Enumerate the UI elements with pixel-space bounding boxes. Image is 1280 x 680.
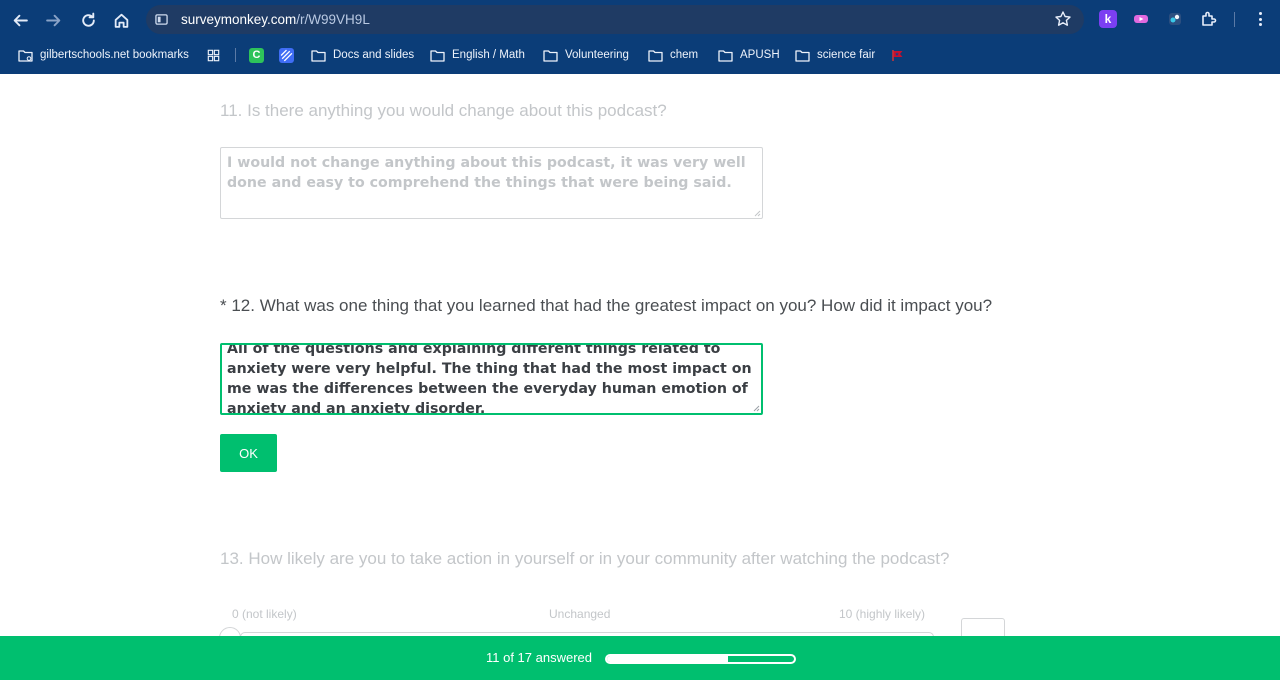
bookmark-gilbertschools[interactable]: gilbertschools.net bookmarks xyxy=(18,46,189,64)
classroom-c-icon: C xyxy=(249,47,264,63)
survey-page: 11. Is there anything you would change a… xyxy=(0,74,1280,636)
bookmark-english-math[interactable]: English / Math xyxy=(430,46,525,64)
url-path: /r/W99VH9L xyxy=(296,12,370,27)
bookmark-app-blue[interactable] xyxy=(279,46,294,64)
home-button[interactable] xyxy=(108,7,134,33)
folder-icon xyxy=(430,49,445,62)
forward-button[interactable] xyxy=(40,7,66,33)
question-12-answer[interactable]: All of the questions and explaining diff… xyxy=(220,343,763,415)
site-info-icon[interactable] xyxy=(154,12,169,27)
reload-button[interactable] xyxy=(75,7,101,33)
folder-icon xyxy=(718,49,733,62)
bookmark-volunteering[interactable]: Volunteering xyxy=(543,46,629,64)
bookmark-docs-and-slides[interactable]: Docs and slides xyxy=(311,46,414,64)
bookmark-star-icon[interactable] xyxy=(1054,10,1072,28)
bookmark-separator xyxy=(235,48,236,62)
more-menu-icon[interactable] xyxy=(1252,10,1268,28)
question-11-title: 11. Is there anything you would change a… xyxy=(220,101,667,120)
answer-text: anxiety were very helpful. The thing tha… xyxy=(227,361,752,415)
url-text[interactable]: surveymonkey.com/r/W99VH9L xyxy=(181,12,370,27)
progress-fill xyxy=(607,656,728,662)
answer-text-scrolled: All of the questions and explaining diff… xyxy=(227,343,721,357)
folder-icon xyxy=(543,49,558,62)
resize-handle-icon[interactable] xyxy=(754,210,761,217)
arrow-right-icon xyxy=(45,14,60,26)
progress-text: 11 of 17 answered xyxy=(486,650,592,665)
bookmark-label: chem xyxy=(670,49,699,61)
bookmark-label: Volunteering xyxy=(565,49,629,61)
home-icon xyxy=(114,13,128,28)
likelihood-slider-handle[interactable] xyxy=(219,627,241,636)
extension-puzzle-color-icon[interactable] xyxy=(1166,10,1184,28)
folder-icon xyxy=(648,49,663,62)
progress-bar xyxy=(605,654,796,664)
bookmark-label: APUSH xyxy=(740,49,780,61)
extension-video-icon[interactable] xyxy=(1132,10,1150,28)
extension-k-icon[interactable]: k xyxy=(1099,10,1117,28)
bookmark-label: Docs and slides xyxy=(333,49,415,61)
scale-mid-label: Unchanged xyxy=(549,607,611,621)
bookmark-flag[interactable] xyxy=(890,46,912,64)
bookmark-apps-grid[interactable] xyxy=(206,46,228,64)
browser-toolbar: surveymonkey.com/r/W99VH9L k xyxy=(0,0,1280,38)
extensions-menu-icon[interactable] xyxy=(1200,10,1218,28)
bookmark-classroom[interactable]: C xyxy=(249,46,264,64)
scale-min-label: 0 (not likely) xyxy=(232,607,297,621)
app-waves-icon xyxy=(279,47,294,63)
question-13-title: 13. How likely are you to take action in… xyxy=(220,549,950,568)
flag-star-icon xyxy=(892,49,903,61)
resize-handle-icon[interactable] xyxy=(753,405,760,412)
browser-chrome: surveymonkey.com/r/W99VH9L k gilbertscho… xyxy=(0,0,1280,74)
bookmark-science-fair[interactable]: science fair xyxy=(795,46,875,64)
scale-max-label: 10 (highly likely) xyxy=(839,607,926,621)
apps-grid-icon xyxy=(207,49,220,61)
question-11-answer[interactable]: I would not change anything about this p… xyxy=(220,147,763,219)
managed-folder-icon xyxy=(18,49,33,62)
bookmark-label: gilbertschools.net bookmarks xyxy=(40,49,189,61)
bookmark-label: English / Math xyxy=(452,49,525,61)
reload-icon xyxy=(81,12,95,27)
folder-icon xyxy=(795,49,810,62)
folder-icon xyxy=(311,49,326,62)
url-domain: surveymonkey.com xyxy=(181,12,297,27)
back-button[interactable] xyxy=(7,7,33,33)
question-12-title: * 12. What was one thing that you learne… xyxy=(220,296,993,315)
arrow-left-icon xyxy=(13,14,28,26)
answer-text: I would not change anything about this p… xyxy=(227,155,746,191)
bookmarks-bar: gilbertschools.net bookmarks C Docs and … xyxy=(0,40,1280,70)
progress-footer: 11 of 17 answered xyxy=(0,636,1280,680)
likelihood-value-box[interactable] xyxy=(961,618,1005,636)
ok-button[interactable]: OK xyxy=(220,434,277,472)
bookmark-chem[interactable]: chem xyxy=(648,46,698,64)
bookmark-apush[interactable]: APUSH xyxy=(718,46,780,64)
address-bar[interactable]: surveymonkey.com/r/W99VH9L xyxy=(146,5,1084,34)
toolbar-separator xyxy=(1234,12,1235,27)
bookmark-label: science fair xyxy=(817,49,876,61)
